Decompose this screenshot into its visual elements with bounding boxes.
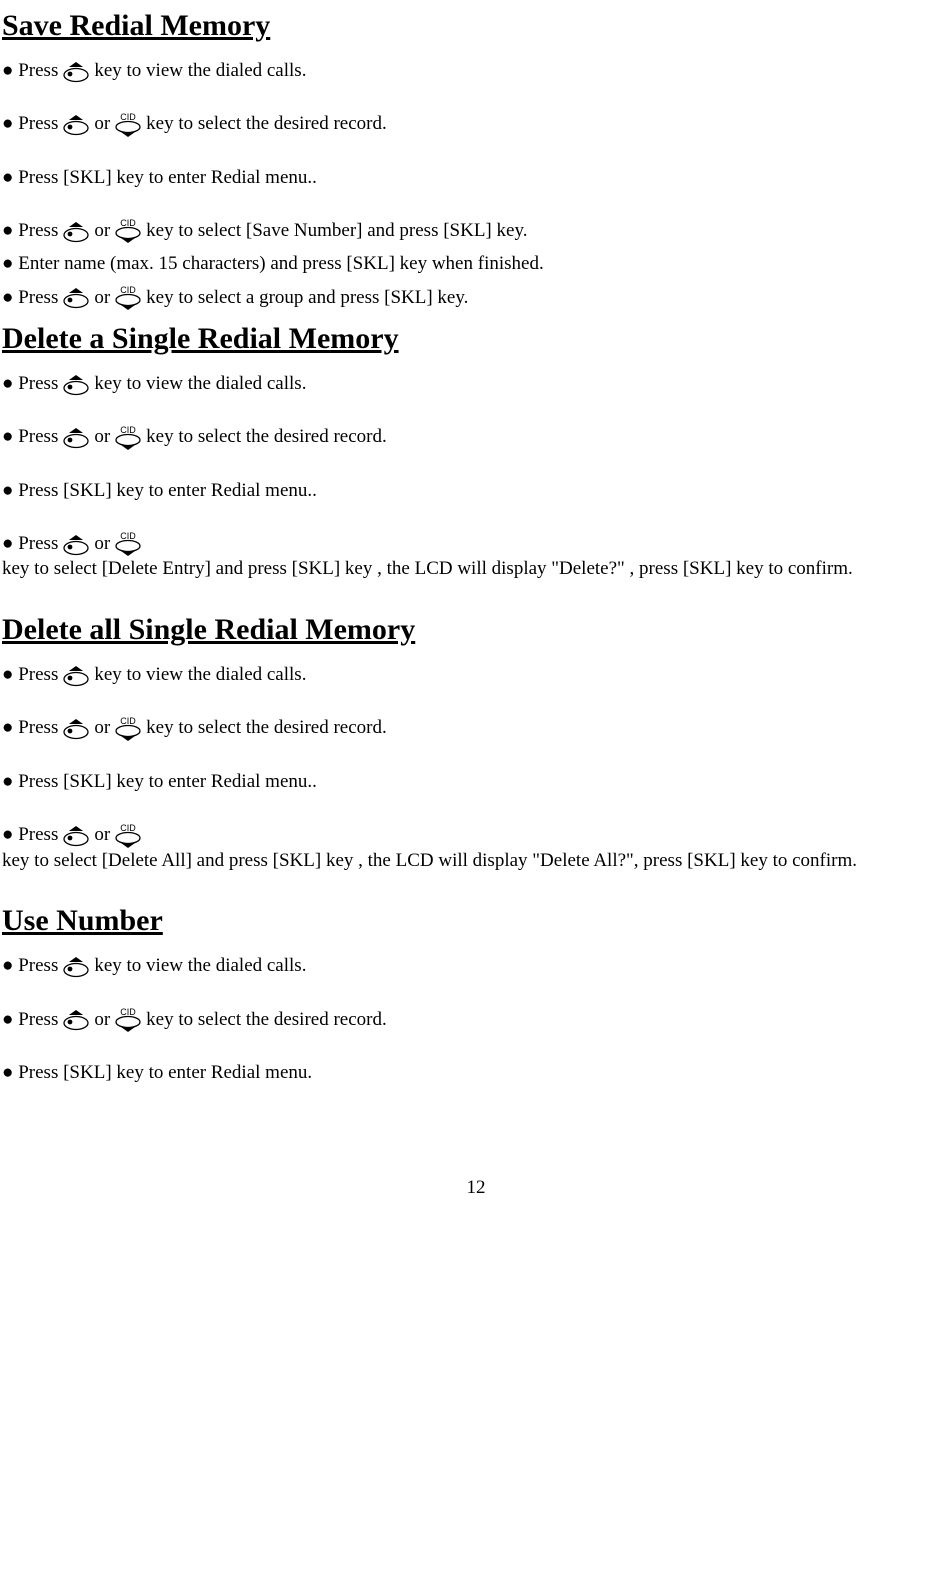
cid-down-icon: CID [113, 1007, 143, 1033]
cid-down-icon: CID [113, 425, 143, 451]
instruction-item: ● Press or CID key to select a group and… [2, 285, 950, 311]
instruction-item: ● Press key to view the dialed calls. [2, 954, 950, 979]
instruction-item: ● Enter name (max. 15 characters) and pr… [2, 252, 950, 277]
instruction-item: ● Press or CID key to select the desired… [2, 425, 950, 451]
cid-down-icon: CID [113, 112, 143, 138]
svg-text:CID: CID [120, 1007, 136, 1017]
instruction-item: ● Press [SKL] key to enter Redial menu.. [2, 770, 950, 795]
instruction-item: ● Press key to view the dialed calls. [2, 59, 950, 84]
redial-up-icon [61, 954, 91, 979]
section-heading: Use Number [2, 901, 950, 940]
cid-down-icon: CID [113, 285, 143, 311]
svg-text:CID: CID [120, 425, 136, 435]
redial-up-icon [61, 286, 91, 311]
instruction-item: ● Press [SKL] key to enter Redial menu.. [2, 479, 950, 504]
redial-up-icon [61, 823, 91, 848]
cid-down-icon: CID [113, 823, 143, 849]
section-heading: Delete a Single Redial Memory [2, 319, 950, 358]
instruction-item: ● Press [SKL] key to enter Redial menu.. [2, 166, 950, 191]
cid-down-icon: CID [113, 716, 143, 742]
instruction-item: ● Press or CID key to select [Delete Ent… [2, 531, 950, 582]
redial-up-icon [61, 532, 91, 557]
svg-text:CID: CID [120, 112, 136, 122]
redial-up-icon [61, 112, 91, 137]
instruction-item: ● Press or CID key to select [Save Numbe… [2, 218, 950, 244]
instruction-item: ● Press or CID key to select the desired… [2, 112, 950, 138]
redial-up-icon [61, 716, 91, 741]
instruction-item: ● Press or CID key to select [Delete All… [2, 823, 950, 874]
instruction-item: ● Press [SKL] key to enter Redial menu. [2, 1061, 950, 1086]
redial-up-icon [61, 425, 91, 450]
instruction-item: ● Press or CID key to select the desired… [2, 1007, 950, 1033]
redial-up-icon [61, 59, 91, 84]
instruction-item: ● Press key to view the dialed calls. [2, 663, 950, 688]
section-heading: Delete all Single Redial Memory [2, 610, 950, 649]
instruction-item: ● Press or CID key to select the desired… [2, 716, 950, 742]
redial-up-icon [61, 1008, 91, 1033]
svg-text:CID: CID [120, 531, 136, 541]
cid-down-icon: CID [113, 531, 143, 557]
svg-text:CID: CID [120, 285, 136, 295]
instruction-item: ● Press key to view the dialed calls. [2, 372, 950, 397]
redial-up-icon [61, 219, 91, 244]
svg-text:CID: CID [120, 823, 136, 833]
cid-down-icon: CID [113, 218, 143, 244]
svg-text:CID: CID [120, 716, 136, 726]
section-heading: Save Redial Memory [2, 6, 950, 45]
redial-up-icon [61, 663, 91, 688]
page-number: 12 [2, 1176, 950, 1201]
svg-text:CID: CID [120, 218, 136, 228]
redial-up-icon [61, 372, 91, 397]
